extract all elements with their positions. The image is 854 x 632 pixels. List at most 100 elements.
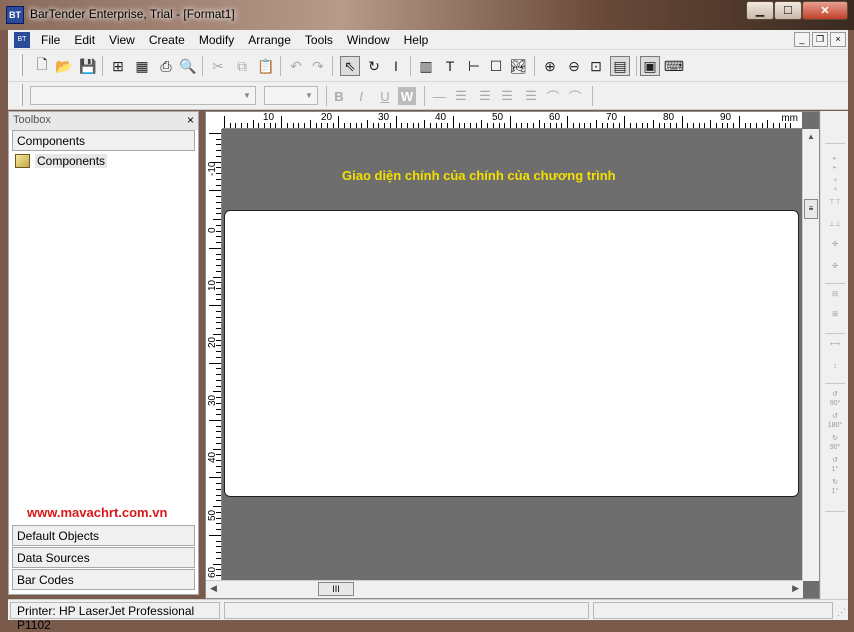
label-canvas[interactable] <box>224 210 799 497</box>
menu-edit[interactable]: Edit <box>67 33 102 47</box>
minimize-button[interactable]: ▁ <box>746 1 774 20</box>
keyboard-icon[interactable]: ⌨ <box>664 56 684 76</box>
undo-icon[interactable]: ↶ <box>286 56 306 76</box>
zoom-out-icon[interactable]: ⊖ <box>564 56 584 76</box>
ruler-tick <box>216 328 221 330</box>
text-cursor-icon[interactable]: I <box>386 56 406 76</box>
cut-icon[interactable]: ✂ <box>208 56 228 76</box>
ruler-tick <box>550 123 552 128</box>
new-icon[interactable]: 🗋 <box>32 56 52 76</box>
underline-button[interactable]: U <box>376 87 394 105</box>
align-center-icon[interactable]: ☰ <box>476 87 494 105</box>
menu-modify[interactable]: Modify <box>192 33 241 47</box>
center-horizontal-icon[interactable]: ⊞ <box>826 309 844 327</box>
line-style-icon[interactable]: — <box>430 87 448 105</box>
components-section-header[interactable]: Components <box>12 130 195 151</box>
font-name-combo[interactable]: ▼ <box>30 86 256 105</box>
toolbox-close-button[interactable]: × <box>187 113 194 127</box>
rotate-icon[interactable]: ↻ <box>364 56 384 76</box>
ruler-tick <box>216 213 221 215</box>
toolbar-grip[interactable] <box>20 54 23 76</box>
menu-window[interactable]: Window <box>340 33 397 47</box>
select-icon[interactable]: ⇖ <box>340 56 360 76</box>
rotate-90-cw-icon[interactable]: ↻ 90° <box>826 433 844 451</box>
ruler-tick <box>452 116 454 128</box>
rectangle-icon[interactable]: ☐ <box>486 56 506 76</box>
picture-icon[interactable]: 🏞 <box>508 56 528 76</box>
ruler-tick <box>216 402 221 404</box>
center-vertical-icon[interactable]: ⊟ <box>826 289 844 307</box>
barcode-icon[interactable]: ▥ <box>416 56 436 76</box>
doc-restore-button[interactable]: ❐ <box>812 32 828 47</box>
scroll-left-icon[interactable]: ◀ <box>210 583 217 594</box>
align-centers-icon[interactable]: ✣ <box>826 239 844 257</box>
resize-grip-icon[interactable]: ⋰ <box>837 607 846 618</box>
reverse-button[interactable]: W <box>398 87 416 105</box>
arc-down-icon[interactable]: ⌒ <box>566 87 584 105</box>
menu-tools[interactable]: Tools <box>298 33 340 47</box>
print-preview-icon[interactable]: 🔍 <box>178 56 198 76</box>
menu-arrange[interactable]: Arrange <box>241 33 298 47</box>
align-top-edges-icon[interactable]: ⊤⊤ <box>826 197 844 215</box>
ruler-tick <box>209 362 221 364</box>
toolbar-grip[interactable] <box>20 84 23 106</box>
italic-button[interactable]: I <box>352 87 370 105</box>
doc-close-button[interactable]: × <box>830 32 846 47</box>
zoom-page-icon[interactable]: ▤ <box>610 56 630 76</box>
space-horizontal-icon[interactable]: ⟷ <box>826 339 844 357</box>
scroll-right-icon[interactable]: ▶ <box>792 583 799 594</box>
rotate-180-icon[interactable]: ↺ 180° <box>826 411 844 429</box>
redo-icon[interactable]: ↷ <box>308 56 328 76</box>
database-icon[interactable]: ▦ <box>132 56 152 76</box>
align-bottom-edges-icon[interactable]: ⊥⊥ <box>826 219 844 237</box>
space-vertical-icon[interactable]: ↕ <box>826 361 844 379</box>
vertical-scroll-thumb[interactable]: ≡ <box>804 199 818 219</box>
vertical-scrollbar[interactable]: ▲ ≡ <box>802 129 819 581</box>
justify-icon[interactable]: ☰ <box>522 87 540 105</box>
section-default-objects[interactable]: Default Objects <box>12 525 195 546</box>
section-bar-codes[interactable]: Bar Codes <box>12 569 195 590</box>
maximize-button[interactable]: ☐ <box>774 1 802 20</box>
bartender-app-icon: BT <box>6 6 24 24</box>
doc-minimize-button[interactable]: _ <box>794 32 810 47</box>
chevron-down-icon[interactable]: ▼ <box>240 88 254 103</box>
font-size-combo[interactable]: ▼ <box>264 86 318 105</box>
website-watermark: www.mavachrt.com.vn <box>27 505 168 520</box>
bold-button[interactable]: B <box>330 87 348 105</box>
horizontal-scroll-thumb[interactable]: III <box>318 582 354 596</box>
align-left-edges-icon[interactable]: ⫦ ⫦ <box>826 153 844 171</box>
zoom-fit-icon[interactable]: ⊡ <box>586 56 606 76</box>
menu-create[interactable]: Create <box>142 33 192 47</box>
menu-view[interactable]: View <box>102 33 142 47</box>
align-right-edges-icon[interactable]: ⫞ ⫞ <box>826 175 844 193</box>
menu-help[interactable]: Help <box>397 33 436 47</box>
align-left-icon[interactable]: ☰ <box>452 87 470 105</box>
horizontal-scrollbar[interactable]: ◀ III ▶ <box>206 580 803 598</box>
ruler-tick <box>216 500 221 502</box>
line-icon[interactable]: ⊢ <box>464 56 484 76</box>
document-icon[interactable]: BT <box>14 31 30 48</box>
section-data-sources[interactable]: Data Sources <box>12 547 195 568</box>
copy-icon[interactable]: ⧉ <box>232 56 252 76</box>
chevron-down-icon[interactable]: ▼ <box>302 88 316 103</box>
rotate-90-ccw-icon[interactable]: ↺ 90° <box>826 389 844 407</box>
print-icon[interactable]: ⎙ <box>156 56 176 76</box>
tree-item-components[interactable]: Components <box>9 151 198 171</box>
ruler-label: 90 <box>720 112 732 123</box>
page-setup-icon[interactable]: ⊞ <box>108 56 128 76</box>
text-icon[interactable]: T <box>440 56 460 76</box>
ruler-tick <box>761 123 763 128</box>
paste-icon[interactable]: 📋 <box>256 56 276 76</box>
align-right-icon[interactable]: ☰ <box>498 87 516 105</box>
scroll-up-icon[interactable]: ▲ <box>803 129 819 144</box>
open-icon[interactable]: 📂 <box>54 56 74 76</box>
rotate-1-ccw-icon[interactable]: ↺ 1° <box>826 455 844 473</box>
menu-file[interactable]: File <box>34 33 67 47</box>
align-middles-icon[interactable]: ✣ <box>826 261 844 279</box>
arc-up-icon[interactable]: ⌒ <box>544 87 562 105</box>
rotate-1-cw-icon[interactable]: ↻ 1° <box>826 477 844 495</box>
save-icon[interactable]: 💾 <box>78 56 98 76</box>
screen-view-icon[interactable]: ▣ <box>640 56 660 76</box>
zoom-in-icon[interactable]: ⊕ <box>540 56 560 76</box>
close-button[interactable]: ✕ <box>802 1 848 20</box>
